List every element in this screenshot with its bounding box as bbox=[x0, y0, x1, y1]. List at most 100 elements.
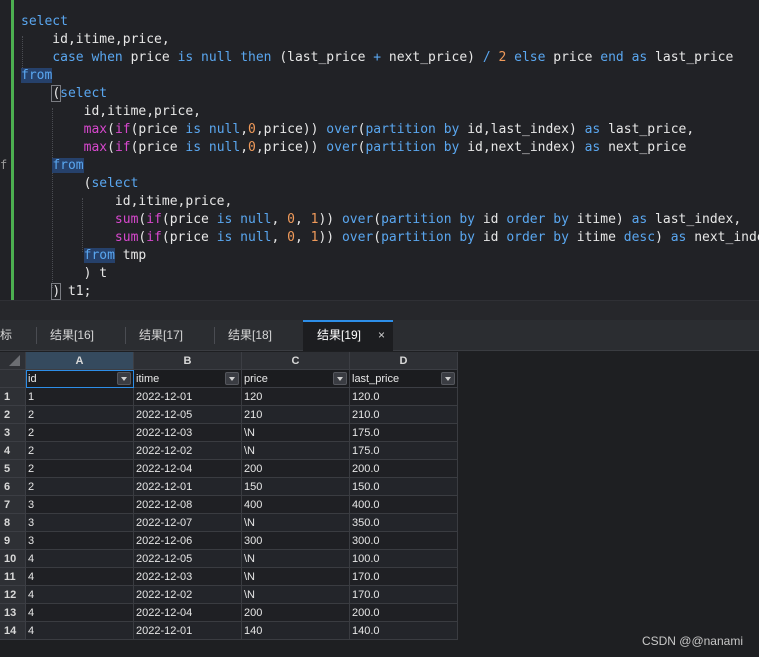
table-cell[interactable]: 2022-12-04 bbox=[134, 460, 242, 478]
table-cell[interactable]: 2022-12-01 bbox=[134, 388, 242, 406]
table-cell[interactable]: 200 bbox=[242, 460, 350, 478]
table-cell[interactable]: 200.0 bbox=[350, 604, 458, 622]
column-letter[interactable]: C bbox=[242, 352, 350, 370]
table-cell[interactable]: 2022-12-03 bbox=[134, 568, 242, 586]
table-cell[interactable]: 170.0 bbox=[350, 568, 458, 586]
field-header-label: last_price bbox=[352, 373, 400, 385]
table-cell[interactable]: 140.0 bbox=[350, 622, 458, 640]
sql-editor[interactable]: f select id,itime,price, case when price… bbox=[0, 0, 759, 300]
table-cell[interactable]: 3 bbox=[26, 532, 134, 550]
pane-splitter[interactable] bbox=[0, 300, 759, 320]
table-cell[interactable]: 200 bbox=[242, 604, 350, 622]
tab-partial[interactable]: 标 bbox=[0, 320, 26, 351]
table-cell[interactable]: 2022-12-06 bbox=[134, 532, 242, 550]
table-cell[interactable]: 2022-12-08 bbox=[134, 496, 242, 514]
field-header[interactable]: price bbox=[242, 370, 350, 388]
table-cell[interactable]: 2 bbox=[26, 406, 134, 424]
filter-dropdown-icon[interactable] bbox=[225, 372, 239, 385]
table-cell[interactable]: 2022-12-05 bbox=[134, 406, 242, 424]
table-cell[interactable]: \N bbox=[242, 586, 350, 604]
filter-dropdown-icon[interactable] bbox=[441, 372, 455, 385]
code-token: end bbox=[600, 50, 624, 65]
row-number[interactable]: 1 bbox=[0, 388, 26, 406]
table-cell[interactable]: 3 bbox=[26, 514, 134, 532]
filter-dropdown-icon[interactable] bbox=[117, 372, 131, 385]
table-cell[interactable]: 400 bbox=[242, 496, 350, 514]
table-cell[interactable]: \N bbox=[242, 568, 350, 586]
code-line: id,itime,price, bbox=[21, 193, 232, 211]
code-token: from bbox=[52, 158, 84, 173]
row-number[interactable]: 4 bbox=[0, 442, 26, 460]
table-cell[interactable]: 175.0 bbox=[350, 442, 458, 460]
table-cell[interactable]: 350.0 bbox=[350, 514, 458, 532]
close-icon[interactable]: × bbox=[378, 322, 385, 349]
column-letter[interactable]: A bbox=[26, 352, 134, 370]
table-cell[interactable]: 4 bbox=[26, 604, 134, 622]
code-token: 0 bbox=[248, 140, 256, 155]
row-number[interactable]: 8 bbox=[0, 514, 26, 532]
table-cell[interactable]: 2 bbox=[26, 478, 134, 496]
table-cell[interactable]: 2022-12-05 bbox=[134, 550, 242, 568]
table-cell[interactable]: 4 bbox=[26, 550, 134, 568]
code-token: null bbox=[208, 122, 241, 137]
table-cell[interactable]: 100.0 bbox=[350, 550, 458, 568]
column-letter[interactable]: B bbox=[134, 352, 242, 370]
select-all-corner[interactable] bbox=[0, 352, 26, 370]
table-cell[interactable]: \N bbox=[242, 424, 350, 442]
table-cell[interactable]: 2022-12-02 bbox=[134, 442, 242, 460]
row-number[interactable]: 10 bbox=[0, 550, 26, 568]
row-number[interactable]: 6 bbox=[0, 478, 26, 496]
table-cell[interactable]: 150 bbox=[242, 478, 350, 496]
row-number[interactable]: 7 bbox=[0, 496, 26, 514]
table-cell[interactable]: 150.0 bbox=[350, 478, 458, 496]
table-cell[interactable]: 300.0 bbox=[350, 532, 458, 550]
table-cell[interactable]: 400.0 bbox=[350, 496, 458, 514]
table-cell[interactable]: 2 bbox=[26, 442, 134, 460]
table-cell[interactable]: \N bbox=[242, 514, 350, 532]
row-number[interactable]: 5 bbox=[0, 460, 26, 478]
table-cell[interactable]: 2 bbox=[26, 460, 134, 478]
table-cell[interactable]: 210 bbox=[242, 406, 350, 424]
tab-result-17[interactable]: 结果[17] bbox=[125, 320, 214, 351]
table-cell[interactable]: 3 bbox=[26, 496, 134, 514]
code-token: partition bbox=[381, 230, 452, 245]
table-cell[interactable]: \N bbox=[242, 442, 350, 460]
table-cell[interactable]: 2022-12-07 bbox=[134, 514, 242, 532]
row-number[interactable]: 2 bbox=[0, 406, 26, 424]
table-cell[interactable]: 2 bbox=[26, 424, 134, 442]
field-header[interactable]: last_price bbox=[350, 370, 458, 388]
table-cell[interactable]: 1 bbox=[26, 388, 134, 406]
column-letter[interactable]: D bbox=[350, 352, 458, 370]
table-cell[interactable]: 175.0 bbox=[350, 424, 458, 442]
tab-result-18[interactable]: 结果[18] bbox=[214, 320, 303, 351]
table-cell[interactable]: 300 bbox=[242, 532, 350, 550]
table-cell[interactable]: 140 bbox=[242, 622, 350, 640]
table-cell[interactable]: 4 bbox=[26, 568, 134, 586]
code-token: partition bbox=[365, 122, 436, 137]
table-cell[interactable]: 2022-12-01 bbox=[134, 478, 242, 496]
table-cell[interactable]: 2022-12-02 bbox=[134, 586, 242, 604]
table-cell[interactable]: 200.0 bbox=[350, 460, 458, 478]
row-number[interactable]: 12 bbox=[0, 586, 26, 604]
tab-result-16[interactable]: 结果[16] bbox=[36, 320, 125, 351]
table-cell[interactable]: 4 bbox=[26, 622, 134, 640]
field-header[interactable]: id bbox=[26, 370, 134, 388]
row-number[interactable]: 9 bbox=[0, 532, 26, 550]
filter-dropdown-icon[interactable] bbox=[333, 372, 347, 385]
tab-result-19[interactable]: 结果[19] × bbox=[303, 320, 393, 351]
table-cell[interactable]: 170.0 bbox=[350, 586, 458, 604]
row-number[interactable]: 3 bbox=[0, 424, 26, 442]
row-number[interactable]: 14 bbox=[0, 622, 26, 640]
table-cell[interactable]: 120.0 bbox=[350, 388, 458, 406]
table-cell[interactable]: 120 bbox=[242, 388, 350, 406]
field-header[interactable]: itime bbox=[134, 370, 242, 388]
table-cell[interactable]: 2022-12-04 bbox=[134, 604, 242, 622]
table-cell[interactable]: \N bbox=[242, 550, 350, 568]
table-cell[interactable]: 4 bbox=[26, 586, 134, 604]
code-token: select bbox=[91, 176, 139, 191]
table-cell[interactable]: 2022-12-01 bbox=[134, 622, 242, 640]
table-cell[interactable]: 2022-12-03 bbox=[134, 424, 242, 442]
table-cell[interactable]: 210.0 bbox=[350, 406, 458, 424]
row-number[interactable]: 13 bbox=[0, 604, 26, 622]
row-number[interactable]: 11 bbox=[0, 568, 26, 586]
